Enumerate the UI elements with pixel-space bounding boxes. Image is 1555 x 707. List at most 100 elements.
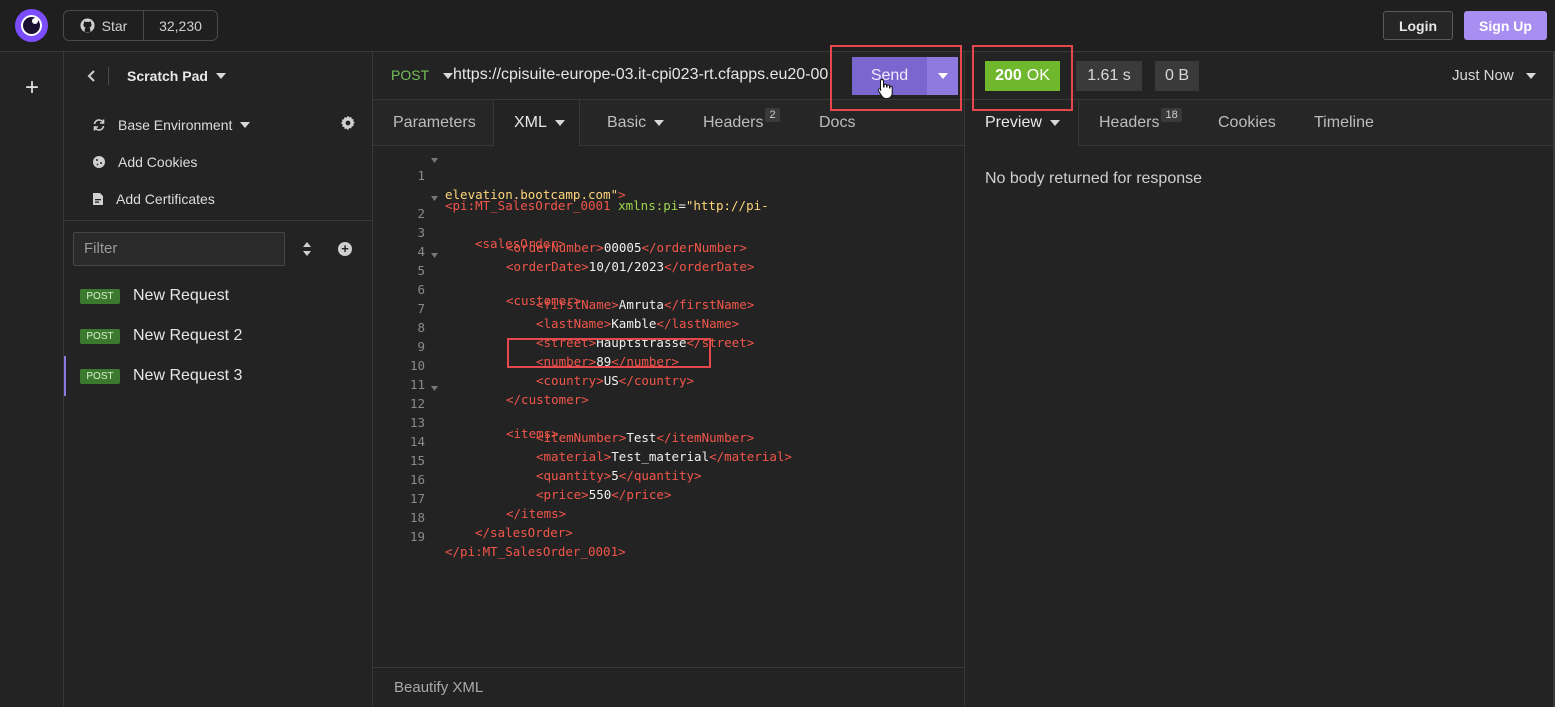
sort-icon[interactable] bbox=[302, 241, 312, 257]
left-rail: + bbox=[0, 52, 64, 707]
request-label: New Request 2 bbox=[133, 327, 243, 344]
sidebar-header: Scratch Pad bbox=[64, 52, 372, 100]
method-badge: POST bbox=[80, 368, 120, 384]
fold-arrow-icon[interactable] bbox=[431, 158, 439, 164]
chevron-down-icon bbox=[554, 120, 565, 126]
tab-auth[interactable]: Basic bbox=[607, 100, 665, 146]
method-badge: POST bbox=[80, 328, 120, 344]
scratch-pad-title[interactable]: Scratch Pad bbox=[127, 68, 208, 84]
insomnia-logo-icon[interactable] bbox=[15, 9, 48, 42]
status-code: 200 bbox=[995, 67, 1022, 84]
code-line: 1 <pi:MT_SalesOrder_0001 xmlns:pi="http:… bbox=[373, 153, 965, 213]
line-number: 19 bbox=[409, 529, 425, 544]
add-cookies-label: Add Cookies bbox=[118, 154, 198, 170]
code-line: 5 <customer> bbox=[373, 248, 965, 308]
github-star-button[interactable]: Star bbox=[64, 11, 144, 40]
github-star-group[interactable]: Star 32,230 bbox=[63, 10, 218, 41]
filter-input[interactable]: Filter bbox=[73, 232, 285, 266]
code-line: 11 </customer> bbox=[373, 362, 965, 407]
tab-parameters[interactable]: Parameters bbox=[393, 100, 476, 146]
tab-auth-label: Basic bbox=[607, 114, 647, 131]
chevron-down-icon bbox=[654, 120, 665, 126]
chevron-down-icon bbox=[937, 73, 948, 79]
empty-response-message: No body returned for response bbox=[985, 170, 1203, 187]
tab-preview[interactable]: Preview bbox=[965, 100, 1079, 146]
sidebar: Scratch Pad Base Environment Add Cookies… bbox=[64, 52, 373, 707]
xml-tag: </pi:MT_SalesOrder_0001> bbox=[445, 544, 626, 559]
method-selector[interactable]: POST bbox=[391, 67, 429, 83]
star-label: Star bbox=[101, 17, 128, 34]
request-item[interactable]: POST New Request bbox=[64, 276, 373, 316]
code-line: 3 <orderNumber>00005</orderNumber> bbox=[373, 210, 965, 255]
chevron-down-icon bbox=[240, 122, 251, 128]
code-line: 19 </pi:MT_SalesOrder_0001> bbox=[373, 514, 965, 559]
code-line: 8 <street>Hauptstrasse</street> bbox=[373, 305, 965, 350]
timestamp-label: Just Now bbox=[1452, 67, 1514, 84]
response-tabs: Preview Headers 18 Cookies Timeline bbox=[965, 100, 1555, 146]
code-line: 6 <firstName>Amruta</firstName> bbox=[373, 267, 965, 312]
login-button[interactable]: Login bbox=[1383, 11, 1453, 40]
cookie-icon bbox=[93, 156, 105, 168]
tab-xml-body[interactable]: XML bbox=[493, 100, 580, 146]
sidebar-divider bbox=[64, 220, 373, 221]
chevron-left-icon[interactable] bbox=[82, 69, 102, 83]
add-certificates-label: Add Certificates bbox=[116, 191, 215, 207]
response-header: 200 OK 1.61 s 0 B Just Now bbox=[965, 52, 1555, 100]
certificate-icon bbox=[93, 193, 103, 205]
gear-icon[interactable] bbox=[340, 115, 356, 131]
tab-response-headers[interactable]: Headers 18 bbox=[1099, 100, 1182, 146]
star-count: 32,230 bbox=[159, 17, 202, 34]
tab-xml-label: XML bbox=[514, 114, 547, 131]
tab-timeline[interactable]: Timeline bbox=[1314, 100, 1374, 146]
code-line: 7 <lastName>Kamble</lastName> bbox=[373, 286, 965, 331]
beautify-xml-button[interactable]: Beautify XML bbox=[373, 667, 965, 707]
refresh-icon bbox=[93, 119, 105, 131]
request-tabs: Parameters XML Basic Headers 2 Docs bbox=[373, 100, 965, 146]
status-text: OK bbox=[1026, 67, 1050, 84]
code-line: 10 <country>US</country> bbox=[373, 343, 965, 388]
header-divider bbox=[108, 67, 109, 85]
pane-divider[interactable] bbox=[964, 52, 965, 707]
history-dropdown[interactable]: Just Now bbox=[1452, 67, 1536, 84]
add-certificates-button[interactable]: Add Certificates bbox=[92, 189, 215, 209]
tab-headers[interactable]: Headers 2 bbox=[703, 100, 780, 146]
request-label: New Request bbox=[133, 287, 230, 304]
method-badge: POST bbox=[80, 288, 120, 304]
top-bar: Star 32,230 Login Sign Up bbox=[0, 0, 1555, 52]
tab-cookies[interactable]: Cookies bbox=[1218, 100, 1276, 146]
code-line: 15 <quantity>5</quantity> bbox=[373, 438, 965, 483]
code-line-wrap: elevation.bootcamp.com"> bbox=[373, 172, 965, 202]
tab-preview-label: Preview bbox=[985, 114, 1042, 131]
add-request-icon[interactable]: + bbox=[338, 242, 352, 256]
send-options-button[interactable] bbox=[927, 57, 958, 95]
environment-label: Base Environment bbox=[118, 117, 233, 133]
github-icon bbox=[80, 18, 95, 33]
code-line: 13 <itemNumber>Test</itemNumber> bbox=[373, 400, 965, 445]
request-item[interactable]: POST New Request 2 bbox=[64, 316, 373, 356]
response-size: 0 B bbox=[1155, 61, 1199, 91]
chevron-down-icon[interactable] bbox=[215, 73, 226, 79]
code-line: 2 <salesOrder> bbox=[373, 191, 965, 251]
code-line: 4 <orderDate>10/01/2023</orderDate> bbox=[373, 229, 965, 274]
request-item-active[interactable]: POST New Request 3 bbox=[64, 356, 373, 396]
status-badge: 200 OK bbox=[985, 61, 1060, 91]
url-input[interactable]: https://cpisuite-europe-03.it-cpi023-rt.… bbox=[453, 66, 835, 84]
plus-icon[interactable]: + bbox=[22, 76, 42, 100]
code-line: 17 </items> bbox=[373, 476, 965, 521]
tab-docs[interactable]: Docs bbox=[819, 100, 855, 146]
fold-arrow-icon[interactable] bbox=[431, 253, 439, 259]
environment-selector[interactable]: Base Environment bbox=[92, 115, 251, 135]
chevron-down-icon bbox=[1049, 120, 1060, 126]
fold-arrow-icon[interactable] bbox=[431, 386, 439, 392]
chevron-down-icon[interactable] bbox=[443, 73, 453, 79]
response-headers-count-badge: 18 bbox=[1161, 108, 1182, 122]
code-line: 9 <number>89</number> bbox=[373, 324, 965, 369]
xml-editor[interactable]: 1 <pi:MT_SalesOrder_0001 xmlns:pi="http:… bbox=[373, 146, 965, 667]
add-cookies-button[interactable]: Add Cookies bbox=[92, 152, 197, 172]
fold-arrow-icon[interactable] bbox=[431, 196, 439, 202]
signup-button[interactable]: Sign Up bbox=[1464, 11, 1547, 40]
code-line: 14 <material>Test_material</material> bbox=[373, 419, 965, 464]
tab-headers-label: Headers bbox=[703, 114, 764, 131]
code-line: 12 <items> bbox=[373, 381, 965, 441]
hand-cursor-icon bbox=[877, 78, 893, 99]
